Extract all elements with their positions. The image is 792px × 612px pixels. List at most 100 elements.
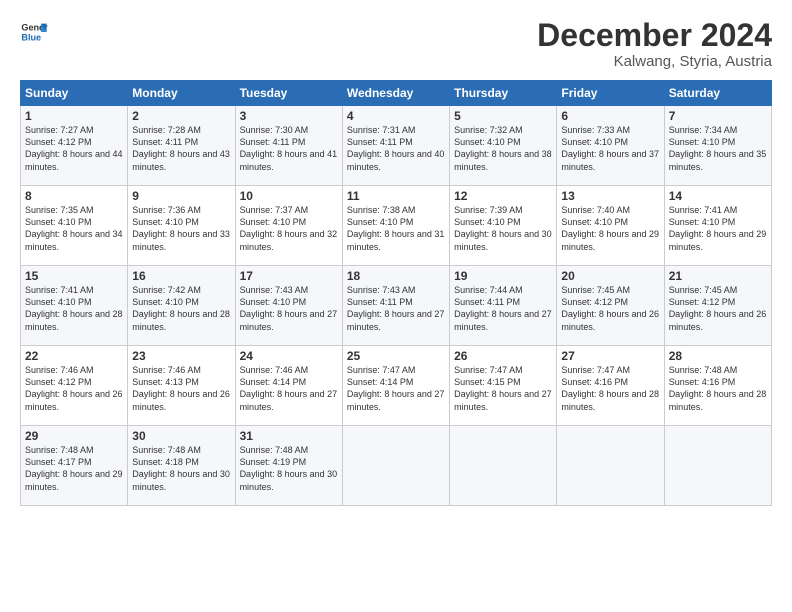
day-number: 16 xyxy=(132,269,230,283)
day-number: 31 xyxy=(240,429,338,443)
col-header-friday: Friday xyxy=(557,81,664,106)
day-number: 4 xyxy=(347,109,445,123)
day-info: Sunrise: 7:45 AM Sunset: 4:12 PM Dayligh… xyxy=(669,284,767,333)
calendar-cell: 6 Sunrise: 7:33 AM Sunset: 4:10 PM Dayli… xyxy=(557,106,664,186)
calendar-cell: 2 Sunrise: 7:28 AM Sunset: 4:11 PM Dayli… xyxy=(128,106,235,186)
calendar-cell: 7 Sunrise: 7:34 AM Sunset: 4:10 PM Dayli… xyxy=(664,106,771,186)
calendar-cell: 15 Sunrise: 7:41 AM Sunset: 4:10 PM Dayl… xyxy=(21,266,128,346)
day-info: Sunrise: 7:48 AM Sunset: 4:17 PM Dayligh… xyxy=(25,444,123,493)
calendar-cell: 21 Sunrise: 7:45 AM Sunset: 4:12 PM Dayl… xyxy=(664,266,771,346)
calendar-cell: 25 Sunrise: 7:47 AM Sunset: 4:14 PM Dayl… xyxy=(342,346,449,426)
day-number: 18 xyxy=(347,269,445,283)
calendar-cell: 28 Sunrise: 7:48 AM Sunset: 4:16 PM Dayl… xyxy=(664,346,771,426)
day-info: Sunrise: 7:43 AM Sunset: 4:10 PM Dayligh… xyxy=(240,284,338,333)
day-info: Sunrise: 7:36 AM Sunset: 4:10 PM Dayligh… xyxy=(132,204,230,253)
col-header-wednesday: Wednesday xyxy=(342,81,449,106)
calendar-cell: 19 Sunrise: 7:44 AM Sunset: 4:11 PM Dayl… xyxy=(450,266,557,346)
calendar-cell: 31 Sunrise: 7:48 AM Sunset: 4:19 PM Dayl… xyxy=(235,426,342,506)
day-info: Sunrise: 7:37 AM Sunset: 4:10 PM Dayligh… xyxy=(240,204,338,253)
day-number: 2 xyxy=(132,109,230,123)
col-header-saturday: Saturday xyxy=(664,81,771,106)
day-info: Sunrise: 7:45 AM Sunset: 4:12 PM Dayligh… xyxy=(561,284,659,333)
logo: General Blue xyxy=(20,18,48,46)
day-info: Sunrise: 7:34 AM Sunset: 4:10 PM Dayligh… xyxy=(669,124,767,173)
col-header-sunday: Sunday xyxy=(21,81,128,106)
day-info: Sunrise: 7:46 AM Sunset: 4:13 PM Dayligh… xyxy=(132,364,230,413)
calendar-cell: 20 Sunrise: 7:45 AM Sunset: 4:12 PM Dayl… xyxy=(557,266,664,346)
week-row-2: 8 Sunrise: 7:35 AM Sunset: 4:10 PM Dayli… xyxy=(21,186,772,266)
calendar-cell: 3 Sunrise: 7:30 AM Sunset: 4:11 PM Dayli… xyxy=(235,106,342,186)
calendar-cell xyxy=(342,426,449,506)
calendar-cell: 24 Sunrise: 7:46 AM Sunset: 4:14 PM Dayl… xyxy=(235,346,342,426)
day-number: 13 xyxy=(561,189,659,203)
day-info: Sunrise: 7:41 AM Sunset: 4:10 PM Dayligh… xyxy=(25,284,123,333)
day-number: 1 xyxy=(25,109,123,123)
calendar-cell xyxy=(450,426,557,506)
day-number: 6 xyxy=(561,109,659,123)
day-number: 3 xyxy=(240,109,338,123)
calendar-cell: 17 Sunrise: 7:43 AM Sunset: 4:10 PM Dayl… xyxy=(235,266,342,346)
day-number: 9 xyxy=(132,189,230,203)
day-info: Sunrise: 7:39 AM Sunset: 4:10 PM Dayligh… xyxy=(454,204,552,253)
day-info: Sunrise: 7:27 AM Sunset: 4:12 PM Dayligh… xyxy=(25,124,123,173)
calendar-cell: 8 Sunrise: 7:35 AM Sunset: 4:10 PM Dayli… xyxy=(21,186,128,266)
calendar-cell: 13 Sunrise: 7:40 AM Sunset: 4:10 PM Dayl… xyxy=(557,186,664,266)
day-info: Sunrise: 7:47 AM Sunset: 4:14 PM Dayligh… xyxy=(347,364,445,413)
day-number: 17 xyxy=(240,269,338,283)
svg-text:Blue: Blue xyxy=(21,32,41,42)
day-info: Sunrise: 7:48 AM Sunset: 4:16 PM Dayligh… xyxy=(669,364,767,413)
calendar-cell: 22 Sunrise: 7:46 AM Sunset: 4:12 PM Dayl… xyxy=(21,346,128,426)
day-info: Sunrise: 7:32 AM Sunset: 4:10 PM Dayligh… xyxy=(454,124,552,173)
col-header-monday: Monday xyxy=(128,81,235,106)
calendar-cell: 1 Sunrise: 7:27 AM Sunset: 4:12 PM Dayli… xyxy=(21,106,128,186)
week-row-1: 1 Sunrise: 7:27 AM Sunset: 4:12 PM Dayli… xyxy=(21,106,772,186)
day-info: Sunrise: 7:38 AM Sunset: 4:10 PM Dayligh… xyxy=(347,204,445,253)
day-number: 29 xyxy=(25,429,123,443)
calendar-cell xyxy=(557,426,664,506)
day-info: Sunrise: 7:31 AM Sunset: 4:11 PM Dayligh… xyxy=(347,124,445,173)
location-title: Kalwang, Styria, Austria xyxy=(537,53,772,70)
day-info: Sunrise: 7:44 AM Sunset: 4:11 PM Dayligh… xyxy=(454,284,552,333)
week-row-5: 29 Sunrise: 7:48 AM Sunset: 4:17 PM Dayl… xyxy=(21,426,772,506)
day-number: 20 xyxy=(561,269,659,283)
day-info: Sunrise: 7:48 AM Sunset: 4:19 PM Dayligh… xyxy=(240,444,338,493)
calendar-cell: 4 Sunrise: 7:31 AM Sunset: 4:11 PM Dayli… xyxy=(342,106,449,186)
calendar-cell: 16 Sunrise: 7:42 AM Sunset: 4:10 PM Dayl… xyxy=(128,266,235,346)
calendar-page: General Blue December 2024 Kalwang, Styr… xyxy=(0,0,792,612)
day-number: 24 xyxy=(240,349,338,363)
day-info: Sunrise: 7:46 AM Sunset: 4:12 PM Dayligh… xyxy=(25,364,123,413)
day-info: Sunrise: 7:48 AM Sunset: 4:18 PM Dayligh… xyxy=(132,444,230,493)
day-info: Sunrise: 7:35 AM Sunset: 4:10 PM Dayligh… xyxy=(25,204,123,253)
day-info: Sunrise: 7:42 AM Sunset: 4:10 PM Dayligh… xyxy=(132,284,230,333)
day-number: 10 xyxy=(240,189,338,203)
calendar-table: SundayMondayTuesdayWednesdayThursdayFrid… xyxy=(20,80,772,506)
day-number: 26 xyxy=(454,349,552,363)
header-row: SundayMondayTuesdayWednesdayThursdayFrid… xyxy=(21,81,772,106)
week-row-3: 15 Sunrise: 7:41 AM Sunset: 4:10 PM Dayl… xyxy=(21,266,772,346)
month-title: December 2024 xyxy=(537,18,772,53)
calendar-cell: 10 Sunrise: 7:37 AM Sunset: 4:10 PM Dayl… xyxy=(235,186,342,266)
calendar-cell: 12 Sunrise: 7:39 AM Sunset: 4:10 PM Dayl… xyxy=(450,186,557,266)
day-info: Sunrise: 7:41 AM Sunset: 4:10 PM Dayligh… xyxy=(669,204,767,253)
logo-icon: General Blue xyxy=(20,18,48,46)
title-block: December 2024 Kalwang, Styria, Austria xyxy=(537,18,772,70)
calendar-cell: 9 Sunrise: 7:36 AM Sunset: 4:10 PM Dayli… xyxy=(128,186,235,266)
day-number: 8 xyxy=(25,189,123,203)
calendar-cell: 14 Sunrise: 7:41 AM Sunset: 4:10 PM Dayl… xyxy=(664,186,771,266)
day-number: 11 xyxy=(347,189,445,203)
day-number: 5 xyxy=(454,109,552,123)
day-number: 12 xyxy=(454,189,552,203)
day-number: 25 xyxy=(347,349,445,363)
calendar-cell: 26 Sunrise: 7:47 AM Sunset: 4:15 PM Dayl… xyxy=(450,346,557,426)
col-header-tuesday: Tuesday xyxy=(235,81,342,106)
day-number: 22 xyxy=(25,349,123,363)
calendar-cell: 27 Sunrise: 7:47 AM Sunset: 4:16 PM Dayl… xyxy=(557,346,664,426)
calendar-cell: 11 Sunrise: 7:38 AM Sunset: 4:10 PM Dayl… xyxy=(342,186,449,266)
day-info: Sunrise: 7:47 AM Sunset: 4:16 PM Dayligh… xyxy=(561,364,659,413)
day-number: 15 xyxy=(25,269,123,283)
day-number: 7 xyxy=(669,109,767,123)
day-info: Sunrise: 7:30 AM Sunset: 4:11 PM Dayligh… xyxy=(240,124,338,173)
day-number: 27 xyxy=(561,349,659,363)
day-number: 19 xyxy=(454,269,552,283)
day-info: Sunrise: 7:46 AM Sunset: 4:14 PM Dayligh… xyxy=(240,364,338,413)
